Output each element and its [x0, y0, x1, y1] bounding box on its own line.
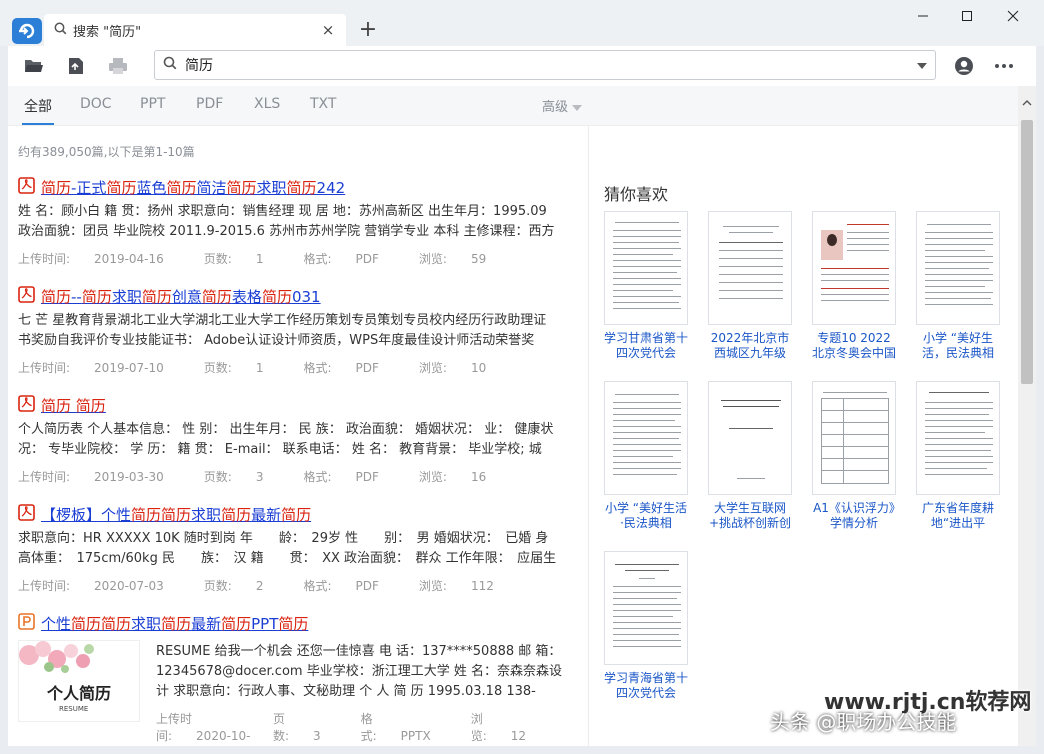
- doc-thumbnail: [812, 211, 896, 325]
- recommend-item[interactable]: 广东省年度耕地“进出平: [916, 381, 1000, 531]
- tab-label: 搜索 "简历": [73, 24, 142, 40]
- recommend-label: 学习青海省第十四次党代会: [604, 671, 688, 700]
- save-icon[interactable]: [64, 54, 88, 78]
- user-icon[interactable]: [952, 54, 976, 78]
- filter-bar: 全部 DOC PPT PDF XLS TXT 高级: [8, 86, 1018, 126]
- thumb-title: 个人简历: [46, 684, 111, 703]
- search-icon: [54, 22, 67, 39]
- result-title-link[interactable]: 简历-正式简历蓝色简历简洁简历求职简历242: [41, 177, 345, 198]
- results-page: 全部 DOC PPT PDF XLS TXT 高级 约有389,050篇,以下是…: [8, 86, 1036, 746]
- results-list: 简历-正式简历蓝色简历简洁简历求职简历242 姓 名：顾小白 籍 贯：扬州 求职…: [18, 174, 563, 746]
- doc-thumbnail: [604, 551, 688, 665]
- minimize-button[interactable]: [900, 0, 946, 32]
- pdf-icon: [18, 176, 35, 198]
- recommend-item[interactable]: 学习甘肃省第十四次党代会: [604, 211, 688, 361]
- print-icon[interactable]: [106, 54, 130, 78]
- recommend-item[interactable]: 大学生互联网+挑战杯创新创: [708, 381, 792, 531]
- column-divider: [588, 126, 589, 746]
- result-meta: 上传时间: 2019-03-30 页数: 3 格式: PDF 浏览: 16: [18, 470, 487, 484]
- recommend-title: 猜你喜欢: [604, 185, 669, 204]
- pdf-icon: [18, 285, 35, 307]
- list-item: 【椤板】个性简历简历求职简历最新简历 求职意向：HR XXXXX 10K 随时到…: [18, 501, 563, 610]
- title-bar: 搜索 "简历" × +: [0, 0, 1044, 46]
- tab-pdf[interactable]: PDF: [196, 96, 223, 112]
- ppt-thumbnail[interactable]: 个人简历 RESUME: [18, 640, 140, 722]
- recommend-label: 2022年北京市西城区九年级: [710, 331, 790, 360]
- doc-thumbnail: [812, 381, 896, 495]
- result-title-link[interactable]: 个性简历简历求职简历最新简历PPT简历: [41, 613, 308, 634]
- new-tab-button[interactable]: +: [356, 16, 380, 44]
- pdf-icon: [18, 503, 35, 525]
- result-title-link[interactable]: 简历 简历: [41, 395, 106, 416]
- result-meta: 上传时间: 2020-07-03 页数: 2 格式: PDF 浏览: 112: [18, 579, 494, 593]
- recommend-label: 小学 “美好生活，民法典相: [921, 331, 994, 360]
- recommend-label: 专题10 2022北京冬奥会中国: [812, 331, 896, 360]
- result-meta: 上传时间: 2019-07-10 页数: 1 格式: PDF 浏览: 10: [18, 361, 487, 375]
- tab-txt[interactable]: TXT: [310, 96, 336, 112]
- recommend-item[interactable]: 小学 “美好生活，民法典相: [916, 211, 1000, 361]
- list-item: 简历--简历求职简历创意简历表格简历031 七 芒 星教育背景湖北工业大学湖北工…: [18, 283, 563, 392]
- pdf-icon: [18, 394, 35, 416]
- recommend-item[interactable]: 专题10 2022北京冬奥会中国: [812, 211, 896, 361]
- recommend-item[interactable]: 小学 “美好生活·民法典相: [604, 381, 688, 531]
- search-input[interactable]: 简历: [154, 50, 936, 80]
- folder-open-icon[interactable]: [22, 54, 46, 78]
- result-title-link[interactable]: 【椤板】个性简历简历求职简历最新简历: [41, 504, 311, 525]
- result-meta: 上传时间: 2019-04-16 页数: 1 格式: PDF 浏览: 59: [18, 252, 487, 266]
- result-snippet: 求职意向：HR XXXXX 10K 随时到岗 年 龄： 29岁 性 别： 男 婚…: [18, 531, 557, 566]
- dropdown-icon[interactable]: [917, 58, 927, 73]
- doc-thumbnail: [916, 381, 1000, 495]
- result-snippet: RESUME 给我一个机会 还您一佳惊喜 电 话：137****50888 邮 …: [156, 644, 562, 699]
- toolbar: 简历: [8, 46, 1036, 86]
- list-item: 简历-正式简历蓝色简历简洁简历求职简历242 姓 名：顾小白 籍 贯：扬州 求职…: [18, 174, 563, 283]
- advanced-label: 高级: [542, 100, 569, 115]
- tab-all[interactable]: 全部: [22, 96, 54, 125]
- result-snippet: 七 芒 星教育背景湖北工业大学湖北工业大学工作经历策划专员策划专员校内经历行政助…: [18, 313, 547, 348]
- more-icon[interactable]: [992, 54, 1016, 78]
- doc-thumbnail: [708, 211, 792, 325]
- doc-thumbnail: [708, 381, 792, 495]
- recommend-label: 小学 “美好生活·民法典相: [604, 501, 688, 530]
- close-window-button[interactable]: [990, 0, 1036, 32]
- scrollbar[interactable]: [1018, 86, 1036, 746]
- result-count: 约有389,050篇,以下是第1-10篇: [18, 145, 195, 159]
- doc-thumbnail: [604, 381, 688, 495]
- recommend-label: 广东省年度耕地“进出平: [921, 501, 994, 530]
- result-snippet: 个人简历表 个人基本信息： 性 别： 出生年月： 民 族： 政治面貌： 婚姻状况…: [18, 422, 554, 457]
- chevron-down-icon: [572, 100, 583, 115]
- recommend-item[interactable]: A1《认识浮力》学情分析: [812, 381, 896, 531]
- advanced-button[interactable]: 高级: [542, 96, 583, 115]
- tab-doc[interactable]: DOC: [80, 96, 112, 112]
- thumb-subtitle: RESUME: [59, 705, 88, 713]
- list-item: 个性简历简历求职简历最新简历PPT简历 个人简历 RESUME RESUME 给…: [18, 610, 563, 746]
- app-logo-icon[interactable]: [12, 18, 42, 44]
- result-title-link[interactable]: 简历--简历求职简历创意简历表格简历031: [41, 286, 321, 307]
- result-meta: 上传时间:2020-10-27 页数:3 格式:PPTX 浏览:12: [156, 712, 527, 746]
- list-item: 简历 简历 个人简历表 个人基本信息： 性 别： 出生年月： 民 族： 政治面貌…: [18, 392, 563, 501]
- ppt-icon: [18, 612, 35, 634]
- search-value: 简历: [185, 58, 213, 74]
- tab-search[interactable]: 搜索 "简历" ×: [44, 14, 346, 46]
- recommend-item[interactable]: 学习青海省第十四次党代会: [604, 551, 688, 701]
- doc-thumbnail: [604, 211, 688, 325]
- maximize-button[interactable]: [944, 0, 990, 32]
- search-icon: [163, 56, 177, 74]
- result-snippet: 姓 名：顾小白 籍 贯：扬州 求职意向：销售经理 现 居 地：苏州高新区 出生年…: [18, 204, 555, 239]
- scroll-up-icon[interactable]: [1018, 96, 1036, 110]
- recommend-label: 学习甘肃省第十四次党代会: [604, 331, 688, 360]
- scroll-thumb[interactable]: [1021, 120, 1033, 384]
- recommend-item[interactable]: 2022年北京市西城区九年级: [708, 211, 792, 361]
- recommend-label: 大学生互联网+挑战杯创新创: [708, 501, 792, 530]
- close-tab-icon[interactable]: ×: [320, 21, 336, 39]
- doc-thumbnail: [916, 211, 1000, 325]
- tab-ppt[interactable]: PPT: [140, 96, 165, 112]
- tab-xls[interactable]: XLS: [254, 96, 280, 112]
- watermark-line2: 头条 @职场办公技能: [770, 710, 957, 734]
- recommend-label: A1《认识浮力》学情分析: [813, 501, 895, 530]
